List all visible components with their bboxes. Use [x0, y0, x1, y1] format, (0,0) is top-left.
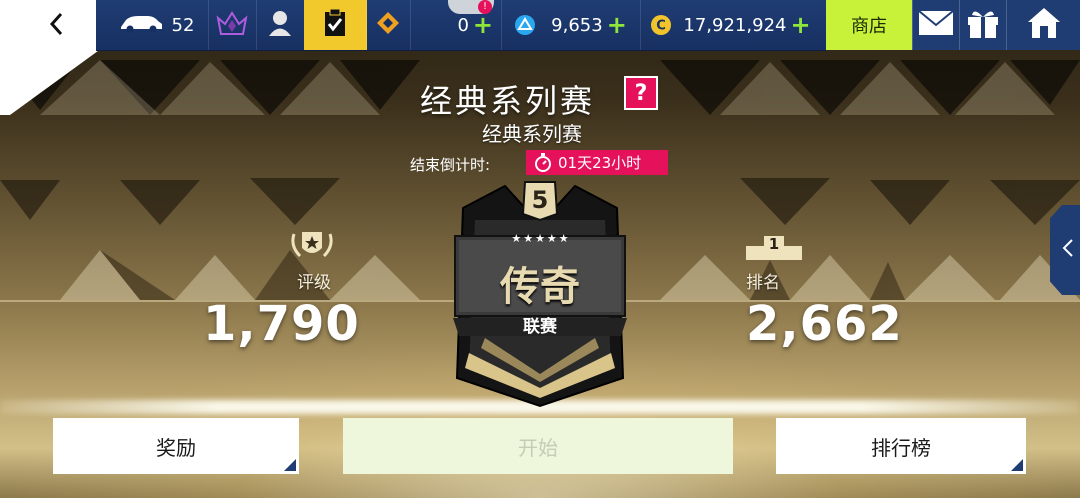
top-bar: 52 0 + ! 9,653 + C 17,921,924 + 商店	[0, 0, 1080, 115]
rank-value: 2,662	[746, 296, 903, 352]
profile-cell[interactable]	[256, 0, 305, 50]
add-blue-currency-icon[interactable]: +	[607, 11, 627, 39]
car-count: 52	[171, 14, 195, 36]
blueprint-cell[interactable]	[366, 0, 411, 50]
league-crown-cell[interactable]	[208, 0, 257, 50]
leaderboard-label: 排行榜	[871, 435, 931, 460]
podium-number: 1	[768, 235, 780, 253]
svg-text:C: C	[656, 19, 666, 34]
countdown-label: 结束倒计时:	[410, 156, 491, 174]
tasks-cell[interactable]	[304, 0, 367, 50]
rewards-label: 奖励	[156, 435, 196, 460]
start-button[interactable]: 开始	[343, 418, 733, 474]
rewards-button[interactable]: 奖励	[53, 418, 299, 474]
blue-gem-icon	[514, 14, 536, 40]
start-label: 开始	[518, 435, 558, 460]
side-panel-tab[interactable]	[1050, 205, 1080, 295]
league-number: 5	[531, 186, 549, 214]
corner-triangle-icon	[1011, 459, 1023, 471]
blue-currency-cell[interactable]: 9,653 +	[502, 0, 641, 50]
page-subtitle: 经典系列赛	[482, 122, 582, 146]
league-stars: ★★★★★	[511, 232, 571, 245]
avatar-icon	[267, 9, 293, 41]
league-suffix: 联赛	[523, 317, 557, 337]
chevron-left-icon	[1062, 238, 1074, 262]
credits-value: 17,921,924	[683, 14, 787, 36]
car-icon	[118, 12, 164, 38]
podium-icon: 1	[746, 232, 802, 264]
credits-coin-icon: C	[650, 14, 672, 40]
add-token-icon[interactable]: +	[473, 11, 493, 39]
rating-label: 评级	[297, 273, 331, 293]
alert-badge-icon: !	[478, 0, 492, 14]
chevron-left-icon	[46, 10, 68, 38]
shop-button[interactable]: 商店	[826, 0, 912, 50]
add-credits-icon[interactable]: +	[790, 11, 810, 39]
rating-value: 1,790	[203, 296, 360, 352]
countdown-timer: 01天23小时	[526, 150, 668, 175]
blue-currency-value: 9,653	[551, 14, 603, 36]
mail-button[interactable]	[912, 0, 959, 50]
corner-triangle-icon	[284, 459, 296, 471]
clipboard-check-icon	[323, 8, 347, 42]
league-name: 传奇	[500, 264, 580, 310]
home-button[interactable]	[1006, 0, 1080, 50]
home-icon	[1026, 6, 1062, 44]
diamond-token-icon	[375, 10, 401, 40]
token-count: 0	[457, 14, 469, 36]
gift-button[interactable]	[959, 0, 1006, 50]
help-button[interactable]: ?	[624, 76, 658, 110]
stopwatch-icon	[534, 152, 552, 173]
rank-label: 排名	[746, 273, 780, 293]
mail-icon	[918, 9, 954, 41]
gift-icon	[966, 7, 1000, 43]
countdown-value: 01天23小时	[558, 154, 642, 172]
page-title: 经典系列赛	[420, 82, 596, 120]
garage-cell[interactable]: 52	[104, 0, 209, 50]
rating-laurel-icon	[288, 228, 336, 266]
leaderboard-button[interactable]: 排行榜	[776, 418, 1026, 474]
crown-icon	[216, 10, 248, 40]
credits-cell[interactable]: C 17,921,924 +	[640, 0, 827, 50]
